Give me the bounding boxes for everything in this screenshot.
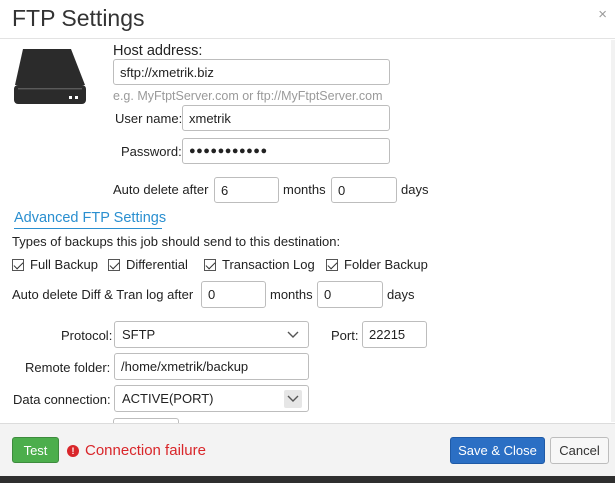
auto-delete-label: Auto delete after [113, 182, 209, 197]
cancel-button[interactable]: Cancel [550, 437, 609, 464]
dialog-footer: Test ! Connection failure Save & Close C… [0, 423, 615, 476]
close-icon[interactable]: × [598, 6, 607, 23]
diff-tran-months-label: months [270, 287, 313, 302]
password-label: Password: [121, 144, 182, 159]
transaction-log-label: Transaction Log [222, 257, 315, 272]
connection-failure-text: Connection failure [85, 442, 206, 459]
auto-delete-days-input[interactable] [331, 177, 397, 203]
checkbox-checked-icon [326, 258, 338, 271]
backup-types-label: Types of backups this job should send to… [12, 234, 341, 249]
connection-status: ! Connection failure [67, 442, 206, 459]
dialog-title: FTP Settings [12, 5, 145, 31]
host-address-label: Host address: [113, 43, 203, 59]
dialog-titlebar: FTP Settings × [0, 0, 615, 39]
folder-backup-label: Folder Backup [344, 257, 428, 272]
ftp-settings-dialog: FTP Settings × Host address: e.g. MyFtpt… [0, 0, 615, 483]
port-label: Port: [331, 328, 359, 343]
host-address-hint: e.g. MyFtptServer.com or ftp://MyFtptSer… [113, 89, 383, 103]
auto-delete-months-label: months [283, 182, 326, 197]
checkbox-checked-icon [204, 258, 216, 271]
error-icon: ! [67, 444, 79, 457]
checkbox-checked-icon [12, 258, 24, 271]
protocol-label: Protocol: [61, 328, 113, 343]
host-address-input[interactable] [113, 59, 390, 85]
full-backup-label: Full Backup [30, 257, 98, 272]
user-name-label: User name: [115, 111, 183, 126]
differential-label: Differential [126, 257, 188, 272]
differential-checkbox[interactable]: Differential [108, 257, 188, 272]
bottom-edge-bar [0, 476, 615, 483]
save-close-button[interactable]: Save & Close [450, 437, 545, 464]
folder-backup-checkbox[interactable]: Folder Backup [326, 257, 428, 272]
test-button[interactable]: Test [12, 437, 59, 463]
protocol-selected-value: SFTP [122, 327, 156, 342]
scrollbar[interactable] [611, 40, 615, 422]
advanced-divider [14, 228, 162, 229]
user-name-input[interactable] [182, 105, 390, 131]
password-input[interactable]: ●●●●●●●●●●● [182, 138, 390, 164]
advanced-ftp-settings-link[interactable]: Advanced FTP Settings [14, 210, 166, 226]
hard-drive-icon [14, 49, 86, 104]
diff-tran-months-input[interactable] [201, 281, 266, 308]
transaction-log-checkbox[interactable]: Transaction Log [204, 257, 315, 272]
diff-tran-days-label: days [387, 287, 415, 302]
diff-tran-auto-delete-label: Auto delete Diff & Tran log after [12, 287, 194, 302]
diff-tran-days-input[interactable] [317, 281, 383, 308]
protocol-select[interactable]: SFTP [114, 321, 309, 348]
remote-folder-input[interactable] [114, 353, 309, 380]
chevron-down-icon [284, 390, 302, 408]
chevron-down-icon [284, 326, 302, 344]
data-connection-select[interactable]: ACTIVE(PORT) [114, 385, 309, 412]
remote-folder-label: Remote folder: [25, 360, 111, 375]
auto-delete-days-label: days [401, 182, 429, 197]
auto-delete-months-input[interactable] [214, 177, 279, 203]
data-connection-label: Data connection: [13, 392, 111, 407]
data-connection-selected-value: ACTIVE(PORT) [122, 391, 214, 406]
full-backup-checkbox[interactable]: Full Backup [12, 257, 98, 272]
checkbox-checked-icon [108, 258, 120, 271]
port-input[interactable] [362, 321, 427, 348]
